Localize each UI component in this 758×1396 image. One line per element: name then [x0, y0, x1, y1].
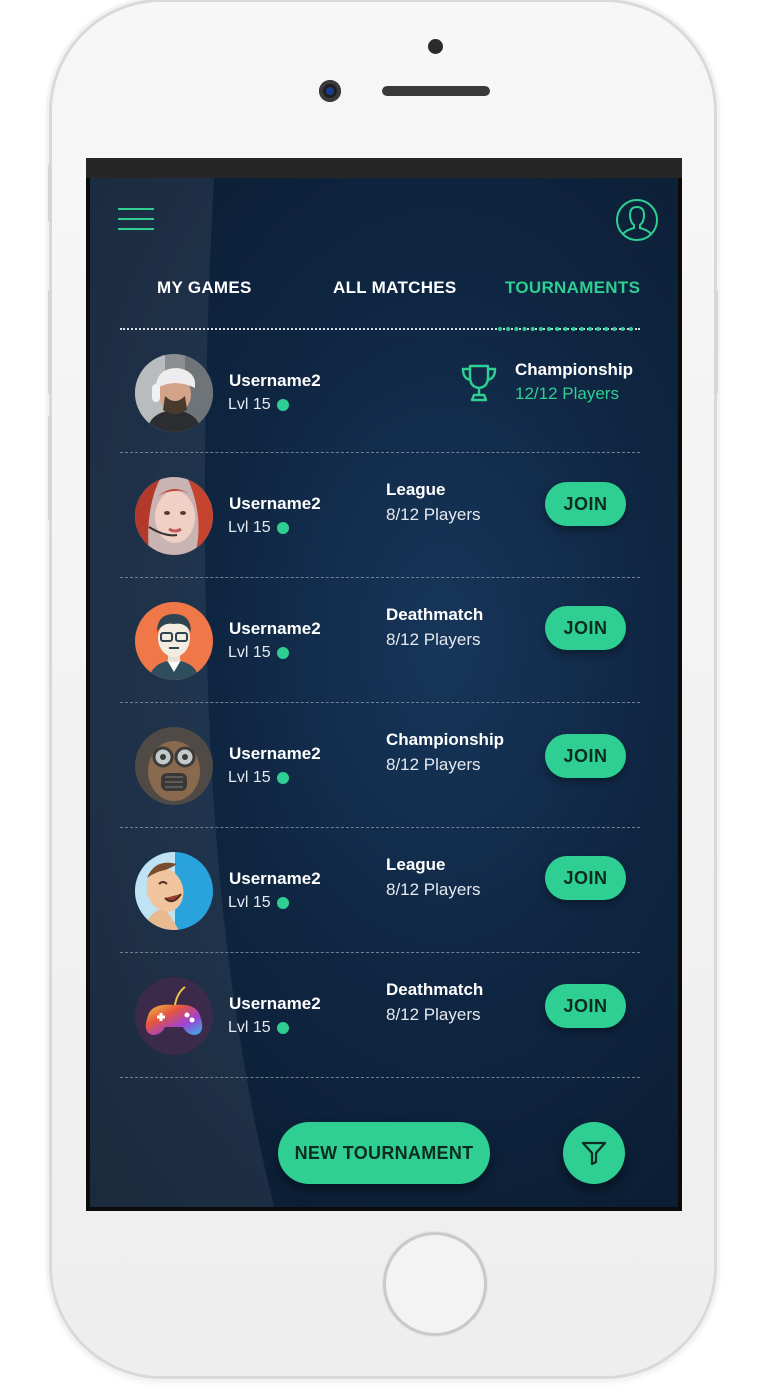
tab-bar: MY GAMES ALL MATCHES TOURNAMENTS [90, 278, 678, 308]
list-item[interactable]: Username2 Lvl 15 Championship 8/12 Playe… [90, 703, 678, 828]
match-type: Championship [515, 360, 634, 379]
screen: MY GAMES ALL MATCHES TOURNAMENTS Usernam… [86, 158, 682, 1211]
list-item[interactable]: Username2 Lvl 15 Championship 12/12 Play… [90, 328, 678, 453]
proximity-sensor [428, 39, 443, 54]
level: Lvl 15 [228, 894, 271, 911]
online-status-dot [277, 522, 289, 534]
earpiece-speaker [382, 86, 490, 96]
hamburger-menu-icon[interactable] [118, 206, 156, 232]
volume-up-button [48, 290, 52, 394]
player-count: 12/12 Players [515, 384, 619, 403]
row-divider [120, 1077, 640, 1078]
list-item[interactable]: Username2 Lvl 15 League 8/12 Players JOI… [90, 453, 678, 578]
avatar[interactable] [135, 354, 213, 432]
level: Lvl 15 [228, 519, 271, 536]
volume-down-button [48, 416, 52, 520]
player-count: 8/12 Players [386, 1005, 481, 1024]
online-status-dot [277, 399, 289, 411]
avatar[interactable] [135, 977, 213, 1055]
username: Username2 [229, 869, 321, 888]
player-count: 8/12 Players [386, 755, 481, 774]
avatar[interactable] [135, 852, 213, 930]
avatar[interactable] [135, 727, 213, 805]
match-type: Deathmatch [386, 980, 484, 999]
username: Username2 [229, 371, 321, 390]
trophy-icon [461, 364, 497, 402]
username: Username2 [229, 494, 321, 513]
join-button[interactable]: JOIN [545, 482, 626, 526]
mute-switch [48, 164, 52, 222]
front-camera [319, 80, 341, 102]
status-bar [86, 158, 682, 178]
list-item[interactable]: Username2 Lvl 15 League 8/12 Players JOI… [90, 828, 678, 953]
level: Lvl 15 [228, 769, 271, 786]
online-status-dot [277, 897, 289, 909]
match-type: League [386, 855, 446, 874]
join-button[interactable]: JOIN [545, 984, 626, 1028]
level: Lvl 15 [228, 396, 271, 413]
match-type: League [386, 480, 446, 499]
level: Lvl 15 [228, 644, 271, 661]
filter-funnel-icon [581, 1141, 607, 1166]
level: Lvl 15 [228, 1019, 271, 1036]
match-type: Championship [386, 730, 505, 749]
match-type: Deathmatch [386, 605, 484, 624]
list-item[interactable]: Username2 Lvl 15 Deathmatch 8/12 Players… [90, 578, 678, 703]
join-button[interactable]: JOIN [545, 606, 626, 650]
home-button[interactable] [383, 1232, 487, 1336]
join-button[interactable]: JOIN [545, 856, 626, 900]
username: Username2 [229, 619, 321, 638]
filter-button[interactable] [563, 1122, 625, 1184]
list-item[interactable]: Username2 Lvl 15 Deathmatch 8/12 Players… [90, 953, 678, 1078]
online-status-dot [277, 772, 289, 784]
tab-my-games[interactable]: MY GAMES [157, 278, 252, 298]
username: Username2 [229, 744, 321, 763]
player-count: 8/12 Players [386, 505, 481, 524]
online-status-dot [277, 647, 289, 659]
avatar[interactable] [135, 477, 213, 555]
online-status-dot [277, 1022, 289, 1034]
avatar[interactable] [135, 602, 213, 680]
tab-tournaments[interactable]: TOURNAMENTS [505, 278, 640, 298]
username: Username2 [229, 994, 321, 1013]
tab-all-matches[interactable]: ALL MATCHES [333, 278, 457, 298]
join-button[interactable]: JOIN [545, 734, 626, 778]
tournaments-screen: MY GAMES ALL MATCHES TOURNAMENTS Usernam… [90, 178, 678, 1207]
new-tournament-button[interactable]: NEW TOURNAMENT [278, 1122, 490, 1184]
player-count: 8/12 Players [386, 880, 481, 899]
power-button [714, 290, 718, 394]
user-profile-icon[interactable] [615, 198, 659, 242]
player-count: 8/12 Players [386, 630, 481, 649]
